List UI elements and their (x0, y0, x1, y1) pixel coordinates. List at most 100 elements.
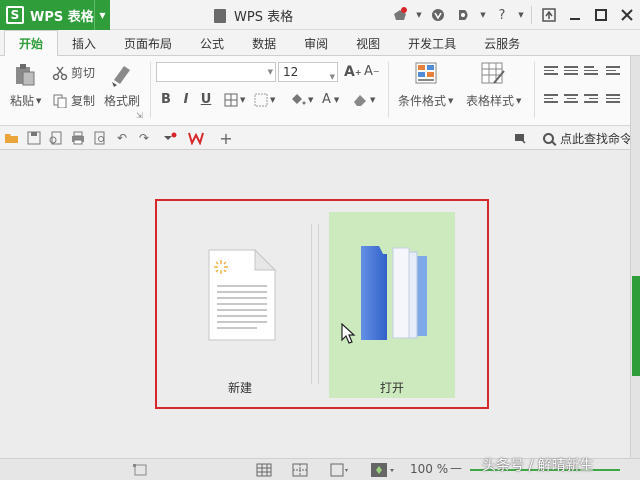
cell-style-button[interactable]: ▼ (254, 93, 275, 107)
app-menu-dropdown-icon[interactable]: ▼ (94, 0, 110, 30)
wrap-text-icon[interactable] (606, 66, 620, 77)
table-style-label: 表格样式 (466, 94, 515, 108)
tab-formulas[interactable]: 公式 (186, 31, 238, 55)
justify-icon[interactable] (606, 94, 620, 105)
tab-developer[interactable]: 开发工具 (394, 31, 470, 55)
annotation-highlight-frame (155, 199, 489, 409)
italic-button[interactable]: I (178, 92, 194, 107)
align-bottom-icon[interactable] (584, 66, 598, 77)
skin-dropdown-icon[interactable]: ▼ (415, 4, 423, 26)
page-break-view-icon[interactable] (292, 463, 308, 477)
table-style-icon-wrap[interactable] (480, 61, 506, 87)
tab-view[interactable]: 视图 (342, 31, 394, 55)
merge-cells-icon (254, 93, 268, 107)
font-size-dropdown-icon: ▼ (329, 73, 335, 81)
titlebar-divider (531, 6, 532, 24)
cut-button[interactable]: 剪切 (52, 64, 95, 81)
table-style-icon (481, 62, 505, 84)
tab-data[interactable]: 数据 (238, 31, 290, 55)
open-folder-icon[interactable] (4, 130, 20, 146)
format-painter-icon (112, 66, 130, 87)
help-dropdown-icon[interactable]: ▼ (517, 4, 525, 26)
fill-color-button[interactable]: ▼ (290, 93, 313, 107)
ribbon-tabs: 开始 插入 页面布局 公式 数据 审阅 视图 开发工具 云服务 (0, 30, 640, 56)
clear-format-dropdown-icon: ▼ (370, 96, 376, 104)
borders-icon (224, 93, 238, 107)
skin-icon[interactable] (389, 4, 411, 26)
underline-button[interactable]: U (198, 92, 214, 107)
copy-button[interactable]: 复制 (52, 92, 95, 109)
wps-logo-icon: S (6, 6, 24, 24)
paint-bucket-icon (292, 94, 306, 105)
qat-settings-icon[interactable] (512, 130, 528, 146)
conditional-format-label: 条件格式 (398, 94, 447, 108)
command-search[interactable]: 点此查找命令 (542, 130, 632, 147)
zoom-out-button[interactable]: — (450, 461, 462, 475)
clipboard-group-launcher-icon[interactable]: ⇲ (136, 111, 143, 120)
new-tab-plus-icon[interactable]: + (218, 129, 234, 148)
decrease-font-icon[interactable]: A − (364, 64, 380, 79)
command-search-label: 点此查找命令 (559, 132, 632, 146)
align-center-icon[interactable] (564, 94, 578, 105)
clear-format-button[interactable]: ▼ (352, 93, 375, 107)
bold-button[interactable]: B (158, 92, 174, 107)
search-icon (542, 133, 554, 144)
feedback-icon[interactable] (427, 4, 449, 26)
tab-page-layout[interactable]: 页面布局 (110, 31, 186, 55)
paste-button[interactable] (10, 62, 40, 88)
align-top-icon[interactable] (544, 66, 558, 77)
tab-cloud-services[interactable]: 云服务 (470, 31, 534, 55)
tab-home[interactable]: 开始 (4, 30, 59, 56)
font-color-dropdown-icon: ▼ (333, 95, 340, 104)
font-color-button[interactable]: A ▼ (322, 92, 339, 107)
font-size-value: 12 (283, 65, 299, 79)
redo-icon[interactable]: ↷ (136, 130, 152, 146)
tab-review[interactable]: 审阅 (290, 31, 342, 55)
eye-protection-icon[interactable] (370, 463, 398, 477)
conditional-format-icon-wrap[interactable] (414, 61, 440, 87)
app-menu-button[interactable]: S WPS 表格 ▼ (0, 0, 110, 30)
ribbon-divider (534, 62, 535, 118)
close-icon[interactable] (616, 4, 638, 26)
font-name-dropdown-icon: ▼ (267, 68, 273, 76)
paste-dropdown-icon: ▼ (36, 96, 42, 105)
save-icon[interactable] (26, 130, 42, 146)
align-middle-icon[interactable] (564, 66, 578, 77)
customize-qat-icon[interactable] (162, 130, 178, 146)
undo-icon[interactable]: ↶ (114, 130, 130, 146)
help-icon[interactable]: ? (491, 4, 513, 26)
font-name-select[interactable]: ▼ (156, 62, 276, 82)
wps-office-icon[interactable] (188, 130, 204, 146)
table-style-button[interactable]: 表格样式 ▼ (466, 92, 521, 109)
align-right-icon[interactable] (584, 94, 598, 105)
tab-insert[interactable]: 插入 (58, 31, 110, 55)
scissors-icon (52, 66, 68, 80)
font-size-select[interactable]: 12 ▼ (278, 62, 338, 82)
watermark-text: 头条号 / 解晴新生 (482, 458, 594, 474)
maximize-icon[interactable] (590, 4, 612, 26)
borders-button[interactable]: ▼ (224, 93, 245, 107)
page-view-icon[interactable] (132, 463, 148, 477)
align-left-icon[interactable] (544, 94, 558, 105)
fill-color-dropdown-icon: ▼ (308, 96, 314, 104)
restore-ribbon-icon[interactable] (538, 4, 560, 26)
right-sidebar-scrollbar[interactable] (630, 56, 640, 458)
print-icon[interactable] (70, 130, 86, 146)
normal-view-icon[interactable] (256, 463, 272, 477)
copy-label: 复制 (71, 94, 96, 108)
minimize-icon[interactable] (564, 4, 586, 26)
increase-font-icon[interactable]: A + (344, 64, 362, 80)
ribbon: 粘贴 ▼ 剪切 复制 格式刷 ⇲ ▼ 12 ▼ A + A − B I U ▼ ▼ … (0, 56, 640, 126)
conditional-format-button[interactable]: 条件格式 ▼ (398, 92, 453, 109)
paste-label-row[interactable]: 粘贴 ▼ (10, 92, 41, 109)
share-dropdown-icon[interactable]: ▼ (479, 4, 487, 26)
format-painter-button[interactable] (108, 62, 134, 88)
conditional-format-dropdown-icon: ▼ (448, 96, 454, 105)
document-title: WPS 表格 (214, 6, 293, 25)
sidebar-toggle-handle[interactable] (632, 276, 640, 376)
reading-mode-icon[interactable] (330, 463, 350, 477)
format-painter-label[interactable]: 格式刷 (104, 92, 140, 109)
export-pdf-icon[interactable] (48, 130, 64, 146)
print-preview-icon[interactable] (92, 130, 108, 146)
share-icon[interactable] (453, 4, 475, 26)
